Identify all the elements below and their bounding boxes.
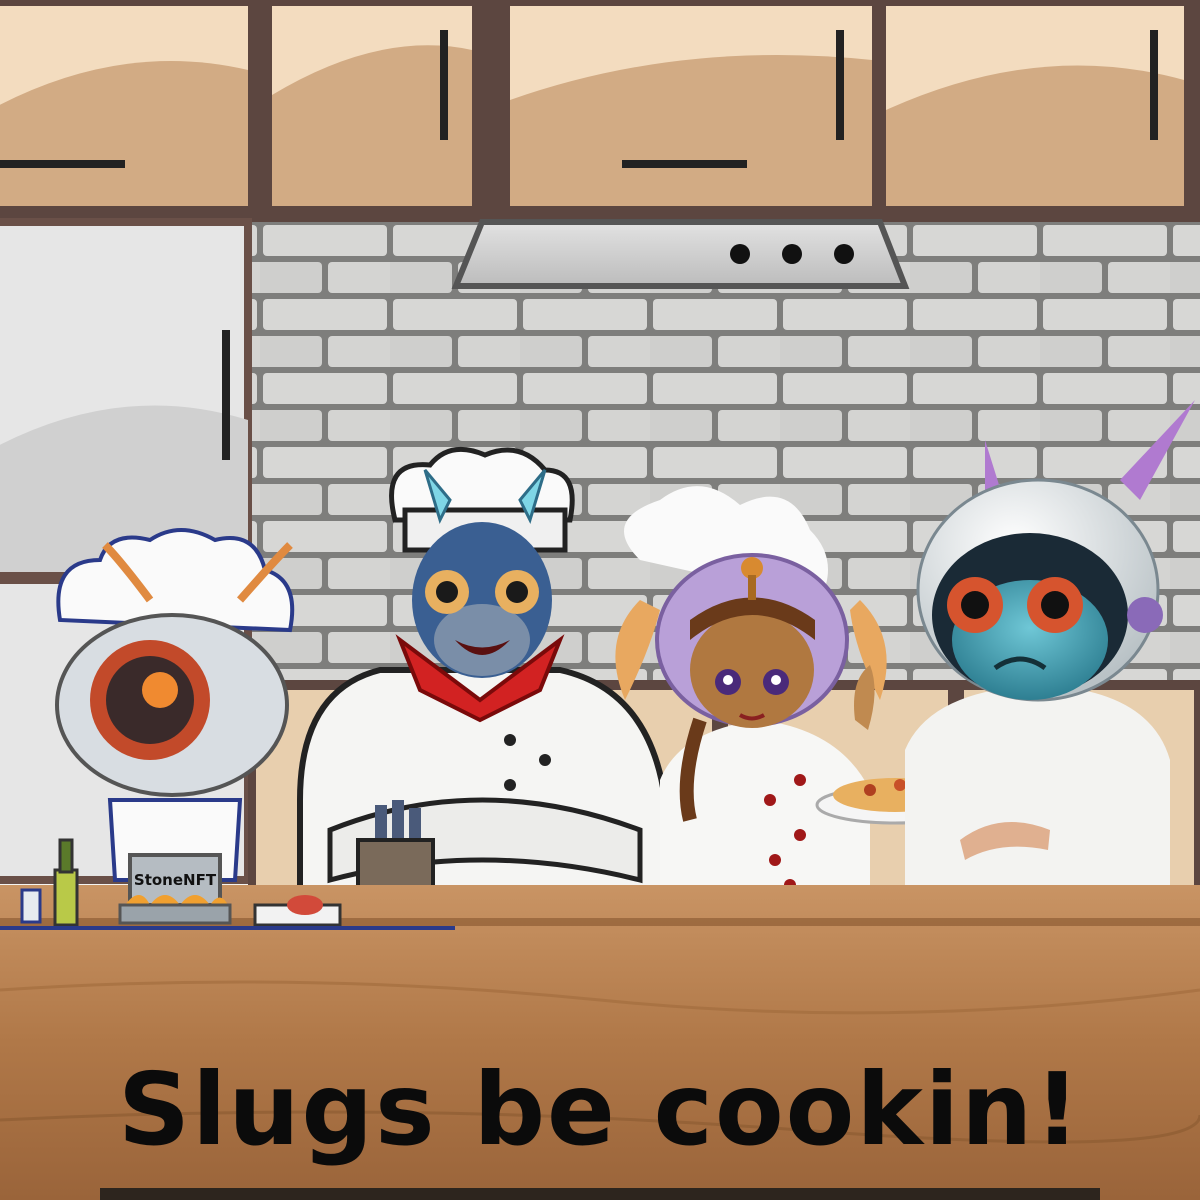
caption-text: Slugs be cookin!	[118, 1051, 1082, 1168]
upper-cabinets	[0, 0, 1200, 222]
pot-label: StoneNFT	[134, 871, 217, 889]
cropped-text-strip	[100, 1188, 1100, 1200]
range-hood	[451, 219, 910, 289]
kitchen-scene: StoneNFT	[0, 0, 1200, 1200]
